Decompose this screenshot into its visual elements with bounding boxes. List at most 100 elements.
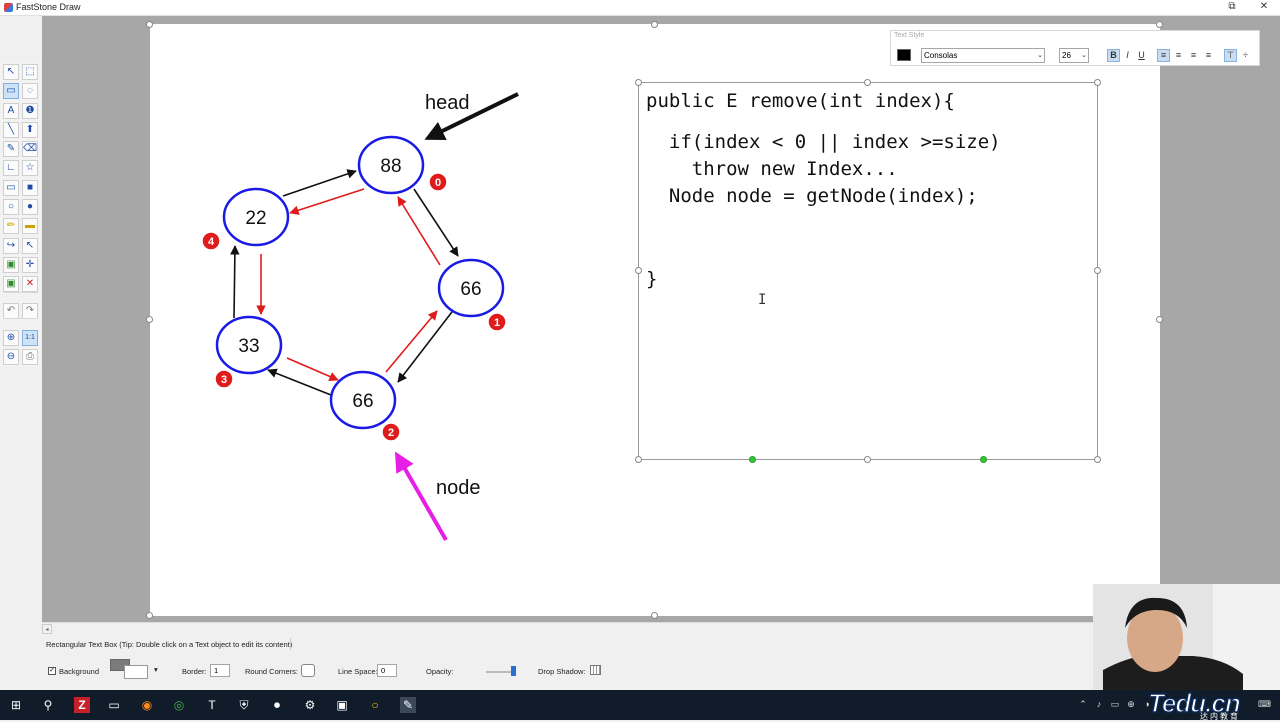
- next-arrow: [230, 245, 240, 319]
- border-label: Border:: [182, 667, 207, 676]
- code-line: throw new Index...: [646, 158, 898, 180]
- background-label: Background: [59, 667, 100, 676]
- line-space-label: Line Space:: [338, 667, 378, 676]
- svg-text:3: 3: [221, 374, 227, 386]
- valign-top-button[interactable]: ⊤: [1224, 49, 1237, 62]
- presenter-video: [1093, 584, 1280, 690]
- chrome-icon[interactable]: ◎: [171, 697, 187, 713]
- background-checkbox[interactable]: ✓: [48, 667, 56, 675]
- underline-button[interactable]: U: [1135, 49, 1148, 62]
- textbox-resize-handle[interactable]: [1094, 456, 1101, 463]
- list-node[interactable]: 22: [222, 187, 290, 247]
- tray-icon[interactable]: ⌨: [1258, 699, 1271, 709]
- next-arrow: [413, 188, 459, 257]
- italic-button[interactable]: I: [1121, 49, 1134, 62]
- list-node-value: 88: [380, 156, 401, 177]
- bold-button[interactable]: B: [1107, 49, 1120, 62]
- head-label: head: [425, 92, 470, 114]
- textbox-resize-handle[interactable]: [635, 456, 642, 463]
- properties-bar: ✓ Background ▾ Border: 1 Round Corners: …: [42, 654, 1092, 688]
- border-width-stepper[interactable]: 1: [210, 664, 230, 677]
- taskbar: ⊞ ⚲ Z ▭ ◉ ◎ T ⛨ ⏺ ⚙ ▣ ○ ✎ ⌃ ♪ ▭ ⊕ ◑ ⌨: [0, 690, 1280, 720]
- svg-text:0: 0: [435, 177, 441, 189]
- tray-icon[interactable]: ▭: [1110, 699, 1120, 709]
- justify-button[interactable]: ≡: [1202, 49, 1215, 62]
- svg-text:4: 4: [208, 236, 215, 248]
- align-right-button[interactable]: ≡: [1187, 49, 1200, 62]
- line-space-stepper[interactable]: 0: [377, 664, 397, 677]
- text-cursor-icon: I: [758, 292, 767, 308]
- faststone-draw-icon[interactable]: ✎: [400, 697, 416, 713]
- next-arrow: [397, 307, 456, 383]
- code-line: public E remove(int index){: [646, 90, 955, 112]
- tedu-watermark-sub: 达内教育: [1200, 712, 1240, 721]
- next-arrow: [282, 169, 357, 197]
- search-icon[interactable]: ⚲: [40, 697, 56, 713]
- textbox-resize-handle[interactable]: [1094, 79, 1101, 86]
- shield-icon[interactable]: ⛨: [236, 697, 252, 713]
- filezilla-icon[interactable]: Z: [74, 697, 90, 713]
- round-corners-toggle[interactable]: [301, 664, 315, 677]
- text-style-caption: Text Style: [894, 32, 925, 39]
- prev-arrow: [289, 188, 365, 215]
- list-node-value: 22: [245, 208, 266, 229]
- recorder-icon[interactable]: ⏺: [269, 697, 285, 713]
- font-size-select[interactable]: 26 ⌄: [1059, 48, 1089, 63]
- horizontal-scrollbar[interactable]: ◂: [42, 622, 1094, 634]
- circle-app-icon[interactable]: ○: [367, 697, 383, 713]
- valign-middle-button[interactable]: ÷: [1239, 49, 1252, 62]
- prev-arrow: [286, 357, 339, 381]
- round-corners-label: Round Corners:: [245, 667, 298, 676]
- list-node[interactable]: 66: [437, 258, 505, 318]
- chevron-down-icon: ⌄: [1037, 52, 1043, 59]
- status-bar: Rectangular Text Box (Tip: Double click …: [42, 636, 1092, 652]
- align-center-button[interactable]: ≡: [1172, 49, 1185, 62]
- text-color-swatch[interactable]: [897, 49, 911, 61]
- opacity-label: Opacity:: [426, 667, 454, 676]
- tray-icon[interactable]: ♪: [1094, 699, 1104, 709]
- fill-color-swatch[interactable]: [124, 665, 148, 679]
- index-badge: 1: [487, 312, 507, 332]
- list-node[interactable]: 66: [329, 370, 397, 430]
- tray-icon[interactable]: ⊕: [1126, 699, 1136, 709]
- index-badge: 2: [381, 422, 401, 442]
- typora-icon[interactable]: T: [204, 697, 220, 713]
- textbox-green-handle[interactable]: [749, 456, 756, 463]
- code-line: }: [646, 268, 658, 290]
- svg-text:2: 2: [388, 427, 394, 439]
- intellij-icon[interactable]: ▣: [334, 697, 350, 713]
- code-line: Node node = getNode(index);: [646, 185, 978, 207]
- list-node[interactable]: 33: [215, 315, 283, 375]
- settings-icon[interactable]: ⚙: [302, 697, 318, 713]
- list-node-value: 66: [352, 391, 373, 412]
- firefox-icon[interactable]: ◉: [139, 697, 155, 713]
- font-family-select[interactable]: Consolas ⌄: [921, 48, 1045, 63]
- font-family-value: Consolas: [924, 51, 958, 60]
- list-node[interactable]: 88: [357, 135, 425, 195]
- monitor-icon[interactable]: ▭: [106, 697, 122, 713]
- list-node-value: 66: [460, 279, 481, 300]
- font-size-value: 26: [1062, 51, 1071, 60]
- text-style-toolbar: Text Style Consolas ⌄ 26 ⌄ B I U ≡ ≡ ≡ ≡…: [890, 30, 1260, 66]
- textbox-resize-handle[interactable]: [635, 267, 642, 274]
- status-text: Rectangular Text Box (Tip: Double click …: [46, 640, 293, 649]
- opacity-slider-thumb[interactable]: [511, 666, 516, 676]
- prev-arrow: [397, 196, 441, 266]
- tray-icon[interactable]: ⌃: [1078, 699, 1088, 709]
- textbox-green-handle[interactable]: [980, 456, 987, 463]
- drop-shadow-button[interactable]: [590, 665, 601, 675]
- webcam-overlay: [1093, 584, 1280, 690]
- windows-start-icon[interactable]: ⊞: [8, 697, 24, 713]
- color-dropdown-icon[interactable]: ▾: [154, 665, 158, 674]
- index-badge: 4: [201, 231, 221, 251]
- code-line: if(index < 0 || index >=size): [646, 131, 1001, 153]
- textbox-resize-handle[interactable]: [864, 456, 871, 463]
- scroll-left-icon[interactable]: ◂: [42, 624, 52, 634]
- textbox-resize-handle[interactable]: [864, 79, 871, 86]
- textbox-resize-handle[interactable]: [635, 79, 642, 86]
- drop-shadow-label: Drop Shadow:: [538, 667, 586, 676]
- align-left-button[interactable]: ≡: [1157, 49, 1170, 62]
- textbox-resize-handle[interactable]: [1094, 267, 1101, 274]
- index-badge: 3: [214, 369, 234, 389]
- chevron-down-icon: ⌄: [1081, 52, 1087, 59]
